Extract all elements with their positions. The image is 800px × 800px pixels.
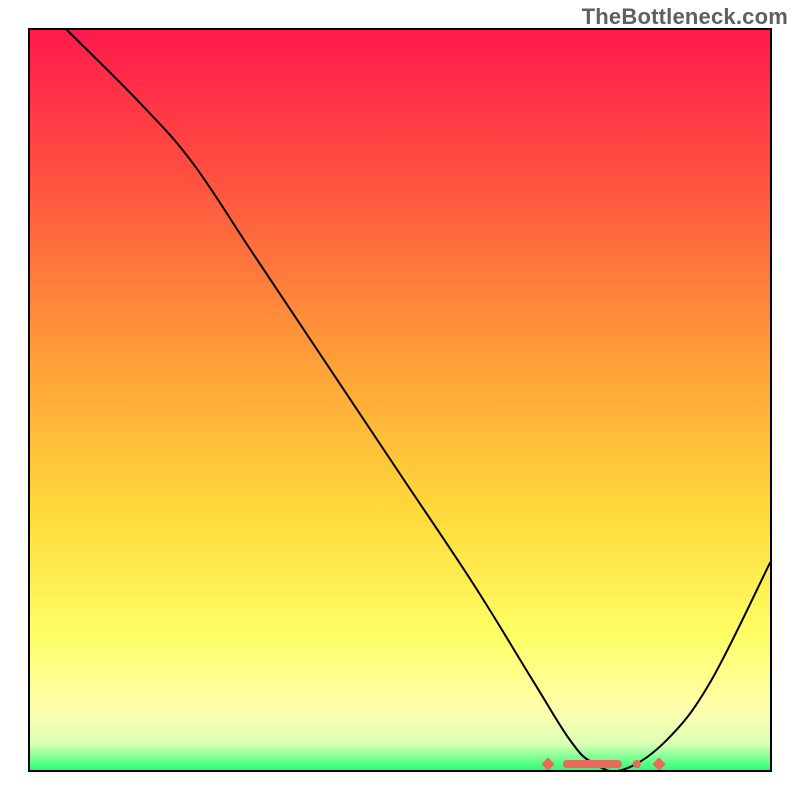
plot-area	[28, 28, 772, 772]
watermark-label: TheBottleneck.com	[582, 4, 788, 30]
marker-dot	[633, 760, 641, 768]
gradient-background	[30, 30, 770, 770]
plot-svg	[30, 30, 770, 770]
marker-pill	[563, 760, 622, 768]
chart-stage: TheBottleneck.com	[0, 0, 800, 800]
